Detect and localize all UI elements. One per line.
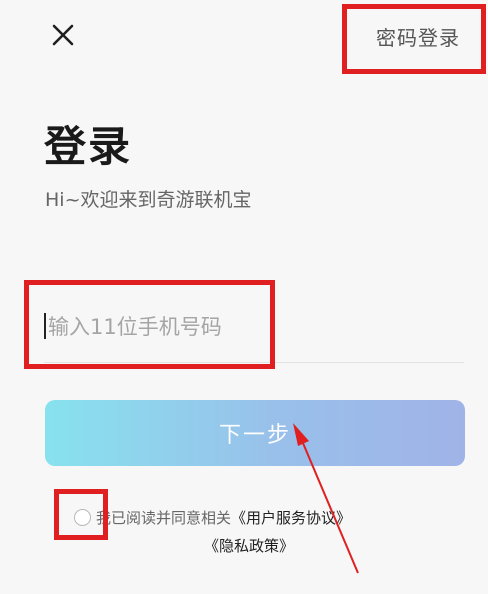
page-title: 登录	[44, 122, 133, 171]
phone-input-field	[44, 300, 464, 363]
close-button[interactable]	[50, 22, 76, 48]
welcome-subtitle: Hi~欢迎来到奇游联机宝	[45, 189, 252, 211]
privacy-policy-link[interactable]: 《隐私政策》	[204, 535, 294, 556]
agreement-row: 我已阅读并同意相关 《用户服务协议》	[74, 505, 351, 529]
phone-number-input[interactable]	[46, 308, 450, 346]
agreement-radio[interactable]	[74, 508, 91, 526]
close-icon	[52, 24, 74, 46]
agreement-text: 我已阅读并同意相关	[96, 508, 232, 527]
password-login-link[interactable]: 密码登录	[376, 22, 460, 51]
user-agreement-link[interactable]: 《用户服务协议》	[231, 507, 351, 528]
next-step-button[interactable]: 下一步	[45, 400, 465, 466]
